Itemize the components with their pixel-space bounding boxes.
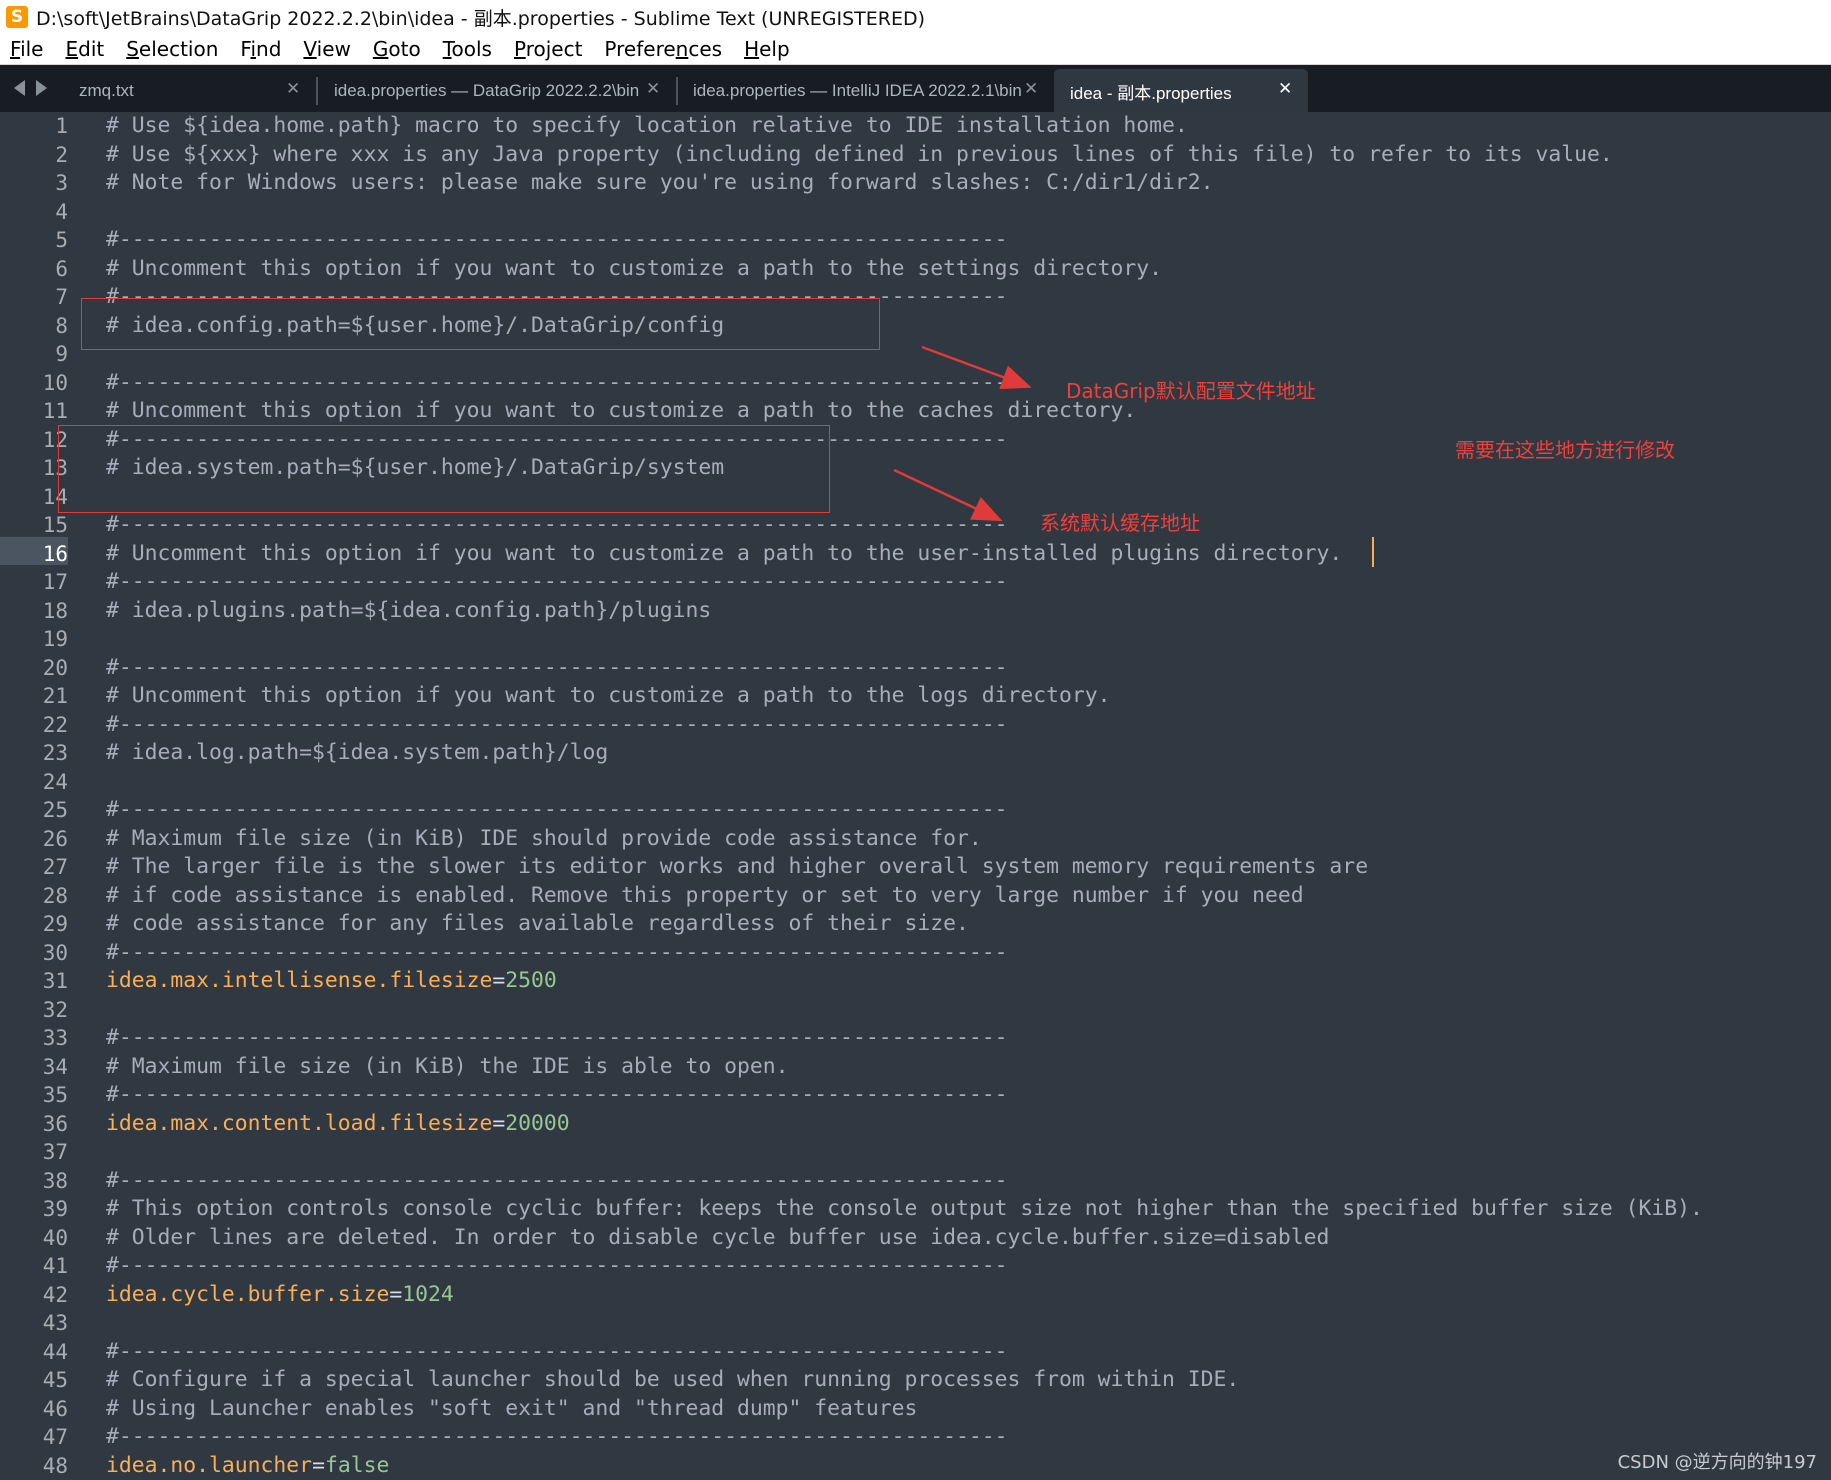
annotation-system-label: 系统默认缓存地址: [1040, 511, 1200, 535]
annotation-note-label: 需要在这些地方进行修改: [1455, 438, 1675, 462]
menu-bar: File Edit Selection Find View Goto Tools Projec…: [0, 34, 1831, 64]
menu-preferences[interactable]: Preferences: [593, 37, 733, 61]
tab-idea-copy-properties[interactable]: idea - 副本.properties ✕: [1054, 69, 1308, 113]
code-editor[interactable]: 1 2 3 4 5 6 7 8 9 10 11 12 13 14 15 16 17 18 19 20 21 22 23 24 2…: [0, 112, 1831, 1480]
close-tab-icon[interactable]: ✕: [286, 79, 300, 99]
tab-zmq-txt[interactable]: zmq.txt ✕: [62, 69, 314, 113]
menu-file[interactable]: File: [0, 37, 54, 61]
tab-datagrip-idea-properties[interactable]: idea.properties — DataGrip 2022.2.2\bin …: [318, 69, 674, 113]
sublime-text-logo-icon: S: [6, 6, 28, 28]
tab-label: zmq.txt: [79, 81, 134, 100]
arrow-to-config: [921, 345, 1032, 390]
tab-intellij-idea-properties[interactable]: idea.properties — IntelliJ IDEA 2022.2.1…: [678, 69, 1054, 113]
arrow-to-system: [893, 468, 1003, 522]
tab-scroll-right-icon[interactable]: [36, 80, 47, 96]
menu-find[interactable]: Find: [229, 37, 292, 61]
window-title: D:\soft\JetBrains\DataGrip 2022.2.2\bin\…: [36, 7, 926, 30]
menu-selection[interactable]: Selection: [115, 37, 229, 61]
tab-label: idea.properties — DataGrip 2022.2.2\bin: [334, 81, 640, 100]
annotation-arrows: [893, 345, 1032, 522]
menu-help[interactable]: Help: [733, 37, 801, 61]
tab-label: idea.properties — IntelliJ IDEA 2022.2.1…: [693, 81, 1022, 100]
close-tab-icon[interactable]: ✕: [646, 79, 660, 99]
title-bar: S D:\soft\JetBrains\DataGrip 2022.2.2\bi…: [0, 0, 1831, 34]
menu-tools[interactable]: Tools: [432, 37, 503, 61]
watermark: CSDN @逆方向的钟197: [1617, 1452, 1817, 1473]
menu-edit[interactable]: Edit: [54, 37, 115, 61]
annotation-config-label: DataGrip默认配置文件地址: [1066, 379, 1316, 403]
menu-goto[interactable]: Goto: [362, 37, 432, 61]
tab-label: idea - 副本.properties: [1070, 83, 1232, 103]
close-tab-icon[interactable]: ✕: [1278, 79, 1292, 99]
menu-project[interactable]: Project: [503, 37, 593, 61]
close-tab-icon[interactable]: ✕: [1024, 79, 1038, 99]
tab-scroll-left-icon[interactable]: [14, 80, 25, 96]
tab-bar: zmq.txt ✕ idea.properties — DataGrip 202…: [0, 64, 1831, 113]
menu-view[interactable]: View: [292, 37, 361, 61]
